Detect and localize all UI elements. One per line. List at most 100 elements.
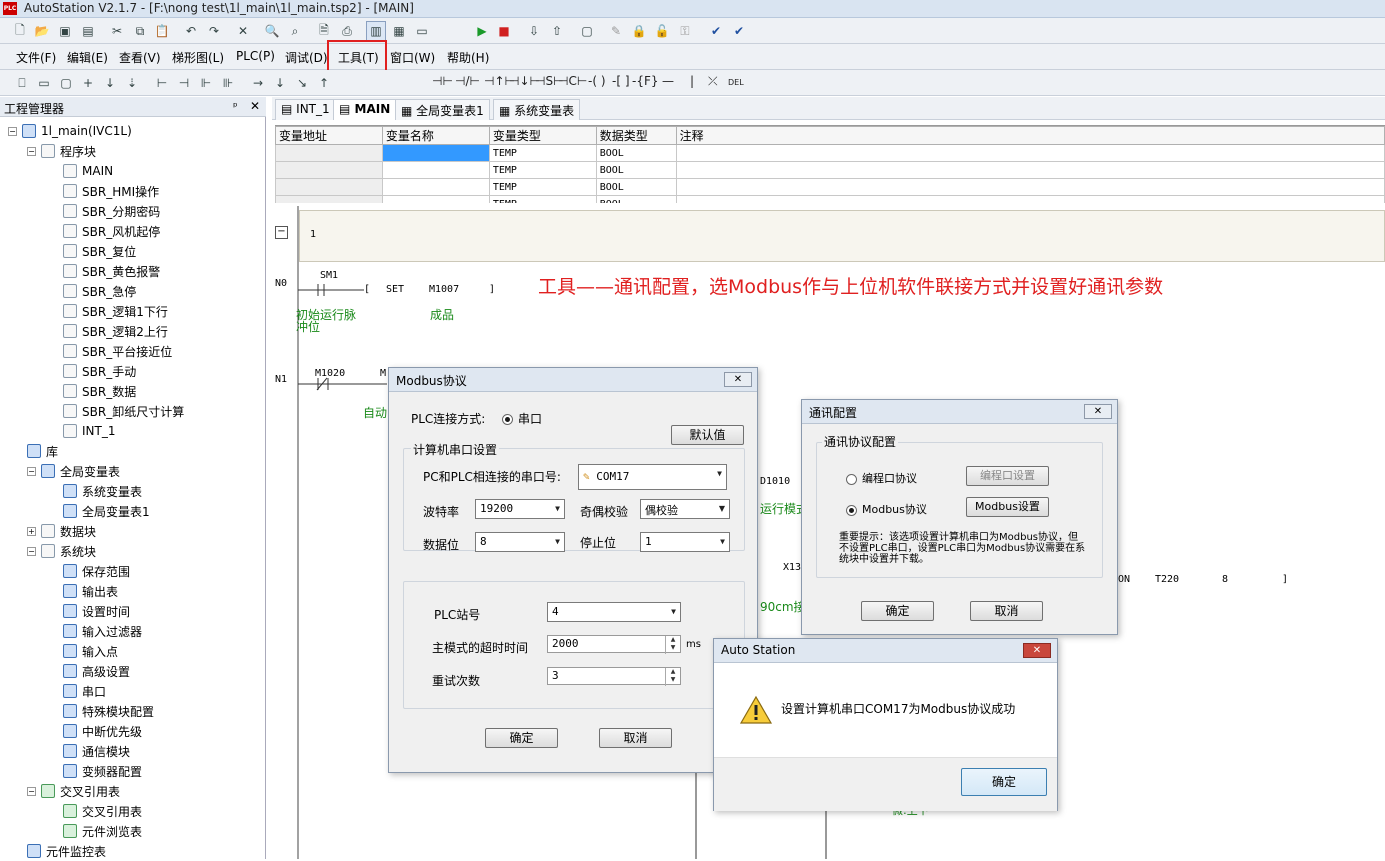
tree-item[interactable]: SBR_分期密码 <box>63 201 160 221</box>
tree-item[interactable]: SBR_复位 <box>63 241 136 261</box>
table-row[interactable]: TEMPBOOL <box>275 161 1385 179</box>
ladder-tool-h-icon[interactable]: ⊣ <box>174 73 194 93</box>
timeout-stepper[interactable]: ▲ ▼ <box>665 636 680 654</box>
table-cell[interactable] <box>275 161 383 179</box>
tree-item[interactable]: 变频器配置 <box>63 761 142 781</box>
tree-item[interactable]: 交叉引用表 <box>63 801 142 821</box>
databits-select[interactable]: 8 <box>475 532 565 552</box>
no-contact-icon[interactable]: ⊣⊢ <box>432 74 453 88</box>
close-icon[interactable]: ✕ <box>1023 643 1051 658</box>
tree-item[interactable]: − 全局变量表 <box>27 461 120 481</box>
tree-item[interactable]: − 程序块 <box>27 141 96 161</box>
monitor-icon[interactable]: ▢ <box>577 21 597 41</box>
open-folder-icon[interactable]: 📂 <box>32 21 52 41</box>
table-cell[interactable]: BOOL <box>595 195 677 203</box>
table-row[interactable]: TEMPBOOL <box>275 144 1385 162</box>
menu-help[interactable]: 帮助(H) <box>447 49 489 66</box>
table-cell[interactable] <box>381 178 490 196</box>
ladder-tool-b-icon[interactable]: ▭ <box>34 73 54 93</box>
reset-contact-icon[interactable]: ⊣C⊢ <box>558 74 587 88</box>
expand-toggle-icon[interactable]: − <box>27 466 36 476</box>
close-icon[interactable]: ✕ <box>724 372 752 387</box>
default-button[interactable]: 默认值 <box>671 425 744 445</box>
close-icon[interactable]: ✕ <box>1084 404 1112 419</box>
tree-item[interactable]: 全局变量表1 <box>63 501 150 521</box>
print-preview-icon[interactable]: 🗎 <box>314 21 334 41</box>
print-icon[interactable]: ⎙ <box>337 21 357 41</box>
table-cell[interactable]: BOOL <box>595 178 677 196</box>
ladder-tool-d-icon[interactable]: + <box>78 73 98 93</box>
tree-item[interactable]: 系统变量表 <box>63 481 142 501</box>
tree-item[interactable]: 设置时间 <box>63 601 130 621</box>
tree-item[interactable]: 特殊模块配置 <box>63 701 154 721</box>
instruction-box-icon[interactable]: -[ ] <box>612 74 630 88</box>
compile-icon[interactable]: ✔ <box>706 21 726 41</box>
port-select[interactable]: ✎ COM17 <box>578 464 727 490</box>
tree-item[interactable]: SBR_逻辑2上行 <box>63 321 168 341</box>
tree-item[interactable]: SBR_黄色报警 <box>63 261 160 281</box>
ladder-tool-j-icon[interactable]: ⊪ <box>218 73 238 93</box>
ladder-tool-f-icon[interactable]: ⇣ <box>122 73 142 93</box>
tree-item[interactable]: − 交叉引用表 <box>27 781 120 801</box>
cancel-button[interactable]: 取消 <box>970 601 1043 621</box>
tree-item[interactable]: 串口 <box>63 681 106 701</box>
tree-item[interactable]: SBR_数据 <box>63 381 136 401</box>
tree-item[interactable]: MAIN <box>63 161 113 181</box>
program-port-settings-button[interactable]: 编程口设置 <box>966 466 1049 486</box>
function-icon[interactable]: -{F} <box>632 74 659 88</box>
copy-icon[interactable]: ⧉ <box>130 21 150 41</box>
stop-icon[interactable]: ■ <box>494 21 514 41</box>
expand-toggle-icon[interactable]: − <box>27 786 36 796</box>
tree-item[interactable]: 库 <box>27 441 58 461</box>
nc-contact-icon[interactable]: ⊣/⊢ <box>455 74 480 88</box>
find-icon[interactable]: 🔍 <box>262 21 282 41</box>
modbus-radio[interactable]: Modbus协议 <box>846 501 927 517</box>
tree-item[interactable]: SBR_风机起停 <box>63 221 160 241</box>
station-select[interactable]: 4 <box>547 602 681 622</box>
tree-item[interactable]: SBR_卸纸尺寸计算 <box>63 401 184 421</box>
table-cell[interactable]: BOOL <box>595 144 677 162</box>
table-cell[interactable] <box>275 195 383 203</box>
menu-debug[interactable]: 调试(D) <box>285 49 328 66</box>
table-cell[interactable] <box>675 161 1385 179</box>
cancel-button[interactable]: 取消 <box>599 728 672 748</box>
view-il-icon[interactable]: ▦ <box>389 21 409 41</box>
ladder-tool-i-icon[interactable]: ⊩ <box>196 73 216 93</box>
expand-toggle-icon[interactable]: + <box>27 526 36 536</box>
table-cell[interactable] <box>675 144 1385 162</box>
ladder-tool-l-icon[interactable]: ↓ <box>270 73 290 93</box>
ladder-tool-m-icon[interactable]: ↘ <box>292 73 312 93</box>
tree-item[interactable]: 中断优先级 <box>63 721 142 741</box>
baud-select[interactable]: 19200 <box>475 499 565 519</box>
download-icon[interactable]: ⇩ <box>524 21 544 41</box>
timeout-input[interactable]: 2000 <box>547 635 681 653</box>
menu-file[interactable]: 文件(F) <box>16 49 56 66</box>
expand-toggle-icon[interactable]: − <box>27 546 36 556</box>
menu-edit[interactable]: 编辑(E) <box>67 49 108 66</box>
save-all-icon[interactable]: ▤ <box>78 21 98 41</box>
save-icon[interactable]: ▣ <box>55 21 75 41</box>
table-row[interactable]: TEMPBOOL <box>275 178 1385 196</box>
table-cell[interactable] <box>275 144 383 162</box>
ok-button[interactable]: 确定 <box>961 768 1047 796</box>
ladder-tool-e-icon[interactable]: ↓ <box>100 73 120 93</box>
tab-system-vars[interactable]: ▦ 系统变量表 <box>493 99 581 120</box>
table-cell[interactable] <box>675 178 1385 196</box>
tree-item[interactable]: 元件监控表 <box>27 841 106 861</box>
lock-icon[interactable]: 🔒 <box>629 21 649 41</box>
table-cell[interactable]: TEMP <box>488 178 597 196</box>
unlock-icon[interactable]: 🔓 <box>652 21 672 41</box>
table-cell[interactable] <box>381 195 490 203</box>
program-port-radio[interactable]: 编程口协议 <box>846 470 917 486</box>
compile-all-icon[interactable]: ✔ <box>729 21 749 41</box>
tree-item[interactable]: 输入点 <box>63 641 118 661</box>
redo-icon[interactable]: ↷ <box>204 21 224 41</box>
tree-item[interactable]: + 数据块 <box>27 521 96 541</box>
tab-global-vars[interactable]: ▦ 全局变量表1 <box>395 99 490 120</box>
upload-icon[interactable]: ⇧ <box>547 21 567 41</box>
ok-button[interactable]: 确定 <box>861 601 934 621</box>
tree-item[interactable]: INT_1 <box>63 421 115 441</box>
tab-int1[interactable]: ▤ INT_1 <box>275 99 336 120</box>
hline-icon[interactable]: — <box>662 74 674 88</box>
tree-item[interactable]: 高级设置 <box>63 661 130 681</box>
